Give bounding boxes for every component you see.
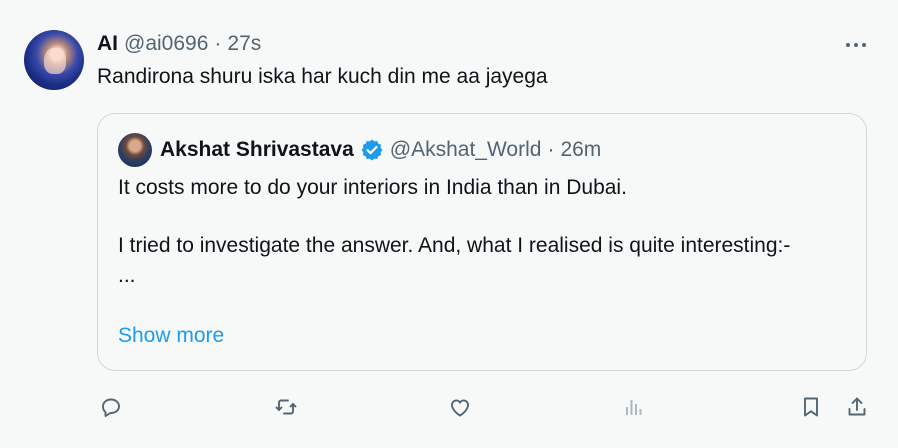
separator-dot: · (214, 32, 222, 55)
more-options-icon (846, 43, 850, 47)
share-button[interactable] (843, 392, 871, 422)
verified-badge-icon (361, 139, 383, 161)
separator-dot: · (547, 138, 555, 161)
quoted-tweet-text: It costs more to do your interiors in In… (118, 173, 838, 291)
quoted-author-handle[interactable]: @Akshat_World (390, 137, 542, 163)
quoted-tweet-time[interactable]: 26m (560, 137, 601, 163)
like-button[interactable] (446, 392, 474, 422)
tweet-time[interactable]: 27s (227, 31, 261, 57)
retweet-button[interactable] (272, 392, 300, 422)
quoted-author-avatar[interactable] (118, 133, 152, 167)
more-options-button[interactable] (838, 30, 874, 60)
retweet-icon (275, 399, 297, 415)
quoted-tweet-header: Akshat Shrivastava @Akshat_World · 26m (160, 137, 601, 163)
views-button[interactable] (620, 392, 648, 422)
reply-button[interactable] (97, 392, 125, 422)
tweet-card[interactable]: AI @ai0696 · 27s Randirona shuru iska ha… (0, 0, 898, 448)
quoted-paragraph: It costs more to do your interiors in In… (118, 176, 627, 199)
show-more-link[interactable]: Show more (118, 321, 224, 351)
author-avatar[interactable] (24, 30, 84, 90)
bookmark-button[interactable] (797, 392, 825, 422)
author-name[interactable]: AI (97, 31, 118, 57)
tweet-header: AI @ai0696 · 27s (97, 31, 261, 57)
views-icon (626, 400, 642, 415)
like-icon (451, 399, 469, 417)
share-icon (848, 397, 866, 416)
action-bar (0, 392, 898, 424)
author-handle[interactable]: @ai0696 (124, 31, 208, 57)
quoted-paragraph: I tried to investigate the answer. And, … (118, 234, 791, 257)
quoted-tweet[interactable]: Akshat Shrivastava @Akshat_World · 26m I… (97, 113, 867, 371)
tweet-text: Randirona shuru iska har kuch din me aa … (97, 65, 548, 88)
reply-icon (102, 398, 120, 417)
bookmark-icon (804, 397, 818, 417)
quoted-ellipsis: ... (118, 264, 136, 287)
quoted-author-name[interactable]: Akshat Shrivastava (160, 137, 354, 163)
